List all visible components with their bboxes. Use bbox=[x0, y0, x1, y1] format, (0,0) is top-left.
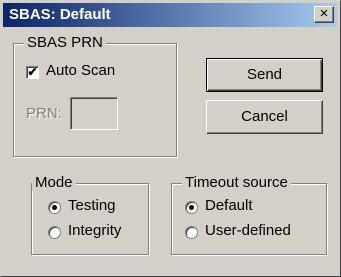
sbas-prn-legend: SBAS PRN bbox=[24, 34, 106, 51]
cancel-button-label: Cancel bbox=[241, 108, 288, 125]
mode-radio-integrity[interactable] bbox=[48, 226, 61, 239]
mode-label-testing[interactable]: Testing bbox=[68, 197, 116, 214]
send-button[interactable]: Send bbox=[206, 58, 323, 92]
mode-group: Mode Testing Integrity bbox=[31, 174, 149, 255]
mode-radio-testing[interactable] bbox=[48, 201, 61, 214]
close-icon: × bbox=[319, 5, 329, 22]
auto-scan-label[interactable]: Auto Scan bbox=[46, 62, 115, 79]
timeout-source-group: Timeout source Default User-defined bbox=[171, 174, 327, 255]
radio-selected-dot bbox=[189, 205, 194, 210]
prn-label: PRN: bbox=[26, 105, 62, 122]
mode-legend: Mode bbox=[32, 174, 76, 191]
dialog-window: SBAS: Default × SBAS PRN ✔ Auto Scan PRN… bbox=[0, 0, 341, 277]
send-button-label: Send bbox=[246, 66, 283, 83]
radio-selected-dot bbox=[52, 205, 57, 210]
timeout-label-user-defined[interactable]: User-defined bbox=[205, 222, 291, 239]
timeout-label-default[interactable]: Default bbox=[205, 197, 253, 214]
checkmark-icon: ✔ bbox=[27, 65, 38, 79]
window-title: SBAS: Default bbox=[9, 6, 111, 23]
cancel-button[interactable]: Cancel bbox=[206, 100, 323, 134]
mode-label-integrity[interactable]: Integrity bbox=[68, 222, 121, 239]
timeout-radio-user-defined[interactable] bbox=[185, 226, 198, 239]
title-bar[interactable]: SBAS: Default × bbox=[3, 3, 337, 27]
timeout-radio-default[interactable] bbox=[185, 201, 198, 214]
timeout-source-legend: Timeout source bbox=[182, 174, 291, 191]
close-button[interactable]: × bbox=[314, 6, 334, 23]
auto-scan-checkbox[interactable]: ✔ bbox=[26, 66, 39, 79]
prn-input bbox=[70, 97, 118, 130]
sbas-prn-group: SBAS PRN ✔ Auto Scan PRN: bbox=[13, 34, 177, 157]
